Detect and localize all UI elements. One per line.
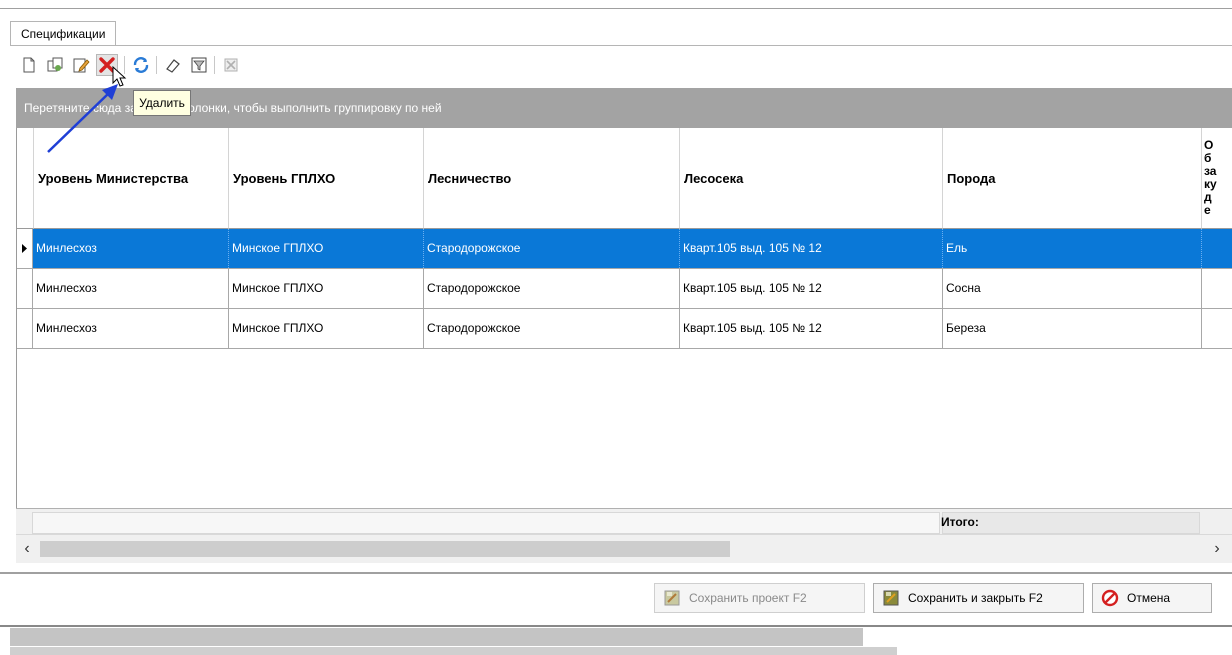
- filter-button[interactable]: [188, 54, 210, 76]
- toolbar-separator: [156, 56, 157, 74]
- cancel-button[interactable]: Отмена: [1092, 583, 1212, 613]
- tab-label: Спецификации: [21, 27, 106, 41]
- table-row[interactable]: Минлесхоз Минское ГПЛХО Стародорожское К…: [17, 309, 1232, 349]
- cell-gplho[interactable]: Минское ГПЛХО: [229, 269, 424, 308]
- cell-gplho[interactable]: Минское ГПЛХО: [229, 309, 424, 348]
- column-header-label: Об за ку де: [1204, 138, 1217, 217]
- column-header-cutting-area[interactable]: Лесосека: [680, 128, 943, 229]
- scroll-left-icon[interactable]: ‹: [18, 539, 36, 559]
- cell-species[interactable]: Береза: [943, 309, 1202, 348]
- cell-cutting-area[interactable]: Кварт.105 выд. 105 № 12: [680, 229, 943, 268]
- refresh-button[interactable]: [130, 54, 152, 76]
- cell-gplho[interactable]: Минское ГПЛХО: [229, 229, 424, 268]
- bottom-scrollbar-track: [10, 628, 863, 646]
- column-header-label: Уровень ГПЛХО: [233, 170, 336, 186]
- cancel-label: Отмена: [1127, 591, 1171, 605]
- edit-button[interactable]: [70, 54, 92, 76]
- cell-ministry[interactable]: Минлесхоз: [33, 309, 229, 348]
- save-icon: [882, 589, 900, 607]
- cell-cutting-area[interactable]: Кварт.105 выд. 105 № 12: [680, 269, 943, 308]
- save-project-button[interactable]: Сохранить проект F2: [654, 583, 865, 613]
- row-indicator: [17, 309, 33, 348]
- group-by-panel[interactable]: Перетяните сюда заголовок колонки, чтобы…: [16, 88, 1232, 128]
- scroll-right-icon[interactable]: ›: [1208, 539, 1226, 559]
- scrollbar-thumb[interactable]: [40, 541, 730, 557]
- current-row-arrow-icon: [22, 244, 27, 253]
- footer-separator: [0, 572, 1232, 574]
- column-header-label: Лесосека: [684, 170, 744, 186]
- column-header-species[interactable]: Порода: [943, 128, 1202, 229]
- totals-empty-cell: [32, 512, 940, 534]
- row-indicator: [17, 229, 33, 268]
- toolbar-separator: [214, 56, 215, 74]
- column-header-label: Лесничество: [428, 170, 512, 186]
- totals-label: Итого:: [941, 515, 979, 529]
- column-header-gplho[interactable]: Уровень ГПЛХО: [229, 128, 424, 229]
- eraser-button[interactable]: [162, 54, 184, 76]
- column-header-volume[interactable]: Об за ку де: [1202, 128, 1232, 229]
- eraser-icon: [166, 59, 180, 73]
- copy-button[interactable]: [44, 54, 66, 76]
- cell-volume[interactable]: [1202, 229, 1232, 268]
- cancel-icon: [1101, 589, 1119, 607]
- tooltip-text: Удалить: [139, 96, 185, 110]
- tab-panel-border: [10, 45, 1232, 46]
- cell-forestry[interactable]: Стародорожское: [424, 309, 680, 348]
- totals-label-cell: [942, 512, 1200, 534]
- new-document-icon: [23, 57, 35, 73]
- column-header-label: Уровень Министерства: [38, 170, 189, 186]
- header-indicator: [17, 128, 34, 229]
- export-button[interactable]: [220, 54, 242, 76]
- cell-species[interactable]: Сосна: [943, 269, 1202, 308]
- save-project-label: Сохранить проект F2: [689, 591, 807, 605]
- new-button[interactable]: [18, 54, 40, 76]
- horizontal-scrollbar[interactable]: ‹ ›: [16, 534, 1232, 563]
- cell-forestry[interactable]: Стародорожское: [424, 229, 680, 268]
- save-and-close-button[interactable]: Сохранить и закрыть F2: [873, 583, 1084, 613]
- edit-icon: [73, 58, 90, 73]
- grid-totals-row: Итого:: [16, 508, 1232, 535]
- annotation-arrow-icon: [47, 84, 118, 153]
- filter-icon: [191, 57, 207, 73]
- cell-species[interactable]: Ель: [943, 229, 1202, 268]
- tooltip: Удалить: [133, 90, 191, 116]
- cell-ministry[interactable]: Минлесхоз: [33, 229, 229, 268]
- row-indicator: [17, 269, 33, 308]
- save-icon: [663, 589, 681, 607]
- window-top-edge: [0, 8, 1232, 9]
- column-header-label: Порода: [947, 170, 996, 186]
- save-and-close-label: Сохранить и закрыть F2: [908, 591, 1043, 605]
- specifications-grid[interactable]: Уровень Министерства Уровень ГПЛХО Лесни…: [16, 128, 1232, 558]
- bottom-scrollbar-track-2: [10, 647, 897, 655]
- tab-specifications[interactable]: Спецификации: [10, 21, 117, 46]
- refresh-icon: [133, 57, 149, 73]
- cell-volume[interactable]: [1202, 309, 1232, 348]
- cell-ministry[interactable]: Минлесхоз: [33, 269, 229, 308]
- export-icon: [224, 58, 238, 72]
- window-bottom-edge: [0, 625, 1232, 627]
- cell-forestry[interactable]: Стародорожское: [424, 269, 680, 308]
- table-row[interactable]: Минлесхоз Минское ГПЛХО Стародорожское К…: [17, 269, 1232, 309]
- cell-cutting-area[interactable]: Кварт.105 выд. 105 № 12: [680, 309, 943, 348]
- table-row[interactable]: Минлесхоз Минское ГПЛХО Стародорожское К…: [17, 229, 1232, 269]
- copy-icon: [47, 57, 63, 72]
- column-header-forestry[interactable]: Лесничество: [424, 128, 680, 229]
- cell-volume[interactable]: [1202, 269, 1232, 308]
